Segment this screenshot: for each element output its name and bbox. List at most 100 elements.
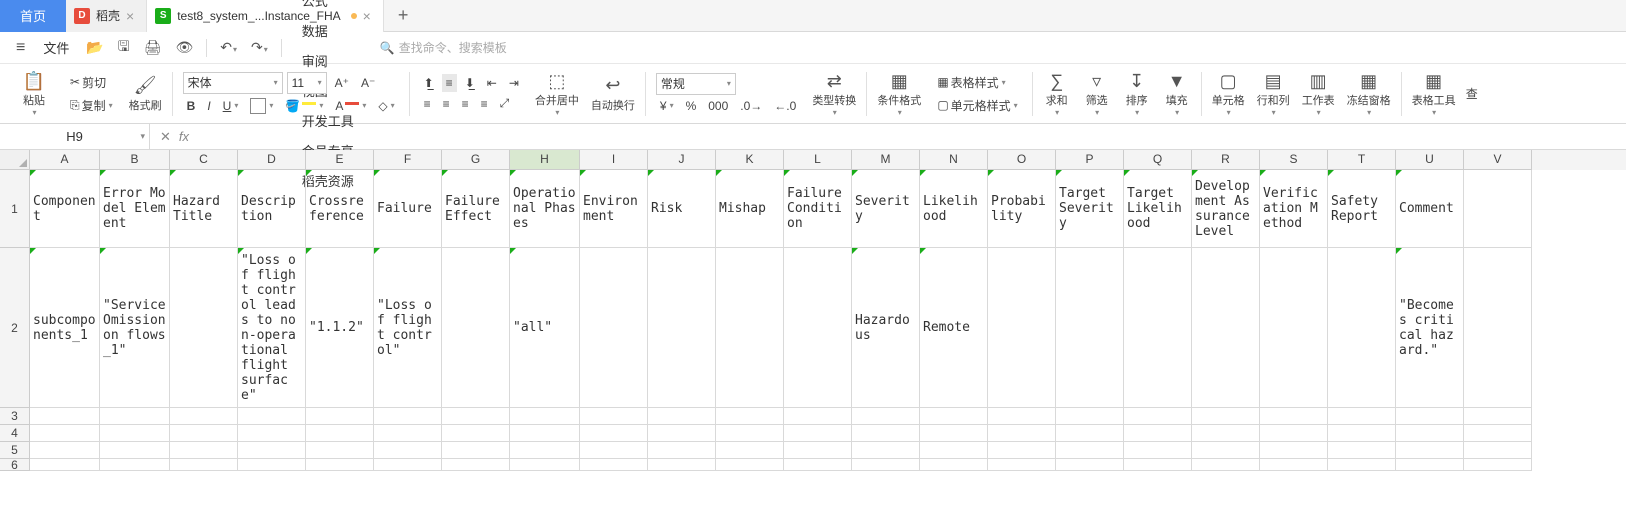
cell[interactable]: [784, 442, 852, 459]
col-header[interactable]: B: [100, 150, 170, 170]
cell[interactable]: [716, 442, 784, 459]
border-button[interactable]: ▾: [246, 96, 277, 116]
decrease-font-icon[interactable]: A⁻: [357, 74, 379, 92]
more-button[interactable]: 查: [1462, 83, 1482, 104]
align-left-icon[interactable]: ≡: [420, 95, 435, 113]
cell[interactable]: [1328, 248, 1396, 408]
cell[interactable]: [170, 248, 238, 408]
cell[interactable]: [716, 408, 784, 425]
cell[interactable]: [988, 425, 1056, 442]
open-icon[interactable]: 📂: [81, 39, 108, 56]
cell[interactable]: "Loss of flight control leads to non-ope…: [238, 248, 306, 408]
merge-center-button[interactable]: ⬚合并居中▾: [529, 70, 585, 117]
print-icon[interactable]: 🖨: [139, 39, 167, 56]
row-header[interactable]: 2: [0, 248, 30, 408]
cell[interactable]: [1260, 248, 1328, 408]
cell[interactable]: [238, 408, 306, 425]
cell[interactable]: [170, 442, 238, 459]
print-preview-icon[interactable]: 👁: [171, 39, 199, 56]
type-convert-button[interactable]: ⇄类型转换▾: [806, 70, 862, 117]
cell[interactable]: [238, 442, 306, 459]
cond-format-button[interactable]: ▦条件格式▾: [871, 70, 927, 117]
col-header[interactable]: D: [238, 150, 306, 170]
cell[interactable]: [920, 442, 988, 459]
cell[interactable]: [100, 442, 170, 459]
redo-icon[interactable]: ↷▾: [246, 39, 273, 56]
cell[interactable]: Remote: [920, 248, 988, 408]
cell[interactable]: Failure Effect: [442, 170, 510, 248]
cell[interactable]: [1396, 442, 1464, 459]
cell[interactable]: [510, 442, 580, 459]
cell[interactable]: [1192, 248, 1260, 408]
cell[interactable]: [580, 425, 648, 442]
paste-button[interactable]: 📋粘贴▾: [14, 70, 54, 117]
cell[interactable]: [580, 248, 648, 408]
cell[interactable]: [580, 442, 648, 459]
col-header[interactable]: A: [30, 150, 100, 170]
cell[interactable]: [238, 425, 306, 442]
decrease-decimal-icon[interactable]: ←.0: [770, 97, 800, 115]
comma-icon[interactable]: 000: [704, 97, 732, 115]
col-header[interactable]: G: [442, 150, 510, 170]
cell[interactable]: [442, 425, 510, 442]
cell[interactable]: [1124, 425, 1192, 442]
align-top-icon[interactable]: ⬆̲: [420, 74, 438, 92]
cell[interactable]: [920, 408, 988, 425]
doc-tab-0[interactable]: D 稻壳 ×: [66, 0, 147, 32]
cell[interactable]: [580, 408, 648, 425]
cell[interactable]: [1464, 459, 1532, 471]
cell[interactable]: [170, 408, 238, 425]
cell[interactable]: [1328, 408, 1396, 425]
cell[interactable]: [1464, 425, 1532, 442]
fill-color-button[interactable]: 🪣▾: [281, 97, 327, 115]
cell[interactable]: [1464, 442, 1532, 459]
ribbon-tab-3[interactable]: 公式: [290, 0, 366, 15]
cell[interactable]: Failure: [374, 170, 442, 248]
cell[interactable]: [1328, 442, 1396, 459]
cell[interactable]: [988, 248, 1056, 408]
justify-icon[interactable]: ≡: [477, 95, 492, 113]
cell[interactable]: [1124, 442, 1192, 459]
cell[interactable]: Environment: [580, 170, 648, 248]
cell[interactable]: [1192, 459, 1260, 471]
col-header[interactable]: P: [1056, 150, 1124, 170]
cell[interactable]: [988, 408, 1056, 425]
cell[interactable]: [784, 459, 852, 471]
cell[interactable]: [1124, 459, 1192, 471]
new-tab-button[interactable]: +: [384, 5, 423, 26]
cell[interactable]: Development Assurance Level: [1192, 170, 1260, 248]
cell[interactable]: [852, 408, 920, 425]
cell[interactable]: [1260, 425, 1328, 442]
cell[interactable]: [580, 459, 648, 471]
cell[interactable]: Component: [30, 170, 100, 248]
cell[interactable]: [1396, 408, 1464, 425]
cell[interactable]: [510, 425, 580, 442]
cell[interactable]: [648, 425, 716, 442]
align-center-icon[interactable]: ≡: [439, 95, 454, 113]
table-tools-button[interactable]: ▦表格工具▾: [1406, 70, 1462, 117]
col-header[interactable]: Q: [1124, 150, 1192, 170]
cell[interactable]: [374, 459, 442, 471]
bold-button[interactable]: B: [183, 97, 200, 115]
cell[interactable]: [1260, 408, 1328, 425]
copy-button[interactable]: ⎘ 复制▾: [66, 95, 117, 116]
row-header[interactable]: 5: [0, 442, 30, 459]
auto-wrap-button[interactable]: ↩自动换行: [585, 75, 641, 113]
cell[interactable]: [920, 459, 988, 471]
cell[interactable]: Description: [238, 170, 306, 248]
cell[interactable]: [1328, 459, 1396, 471]
align-bottom-icon[interactable]: ⬇̲: [461, 74, 479, 92]
rows-cols-button[interactable]: ▤行和列▾: [1251, 70, 1296, 117]
cell[interactable]: [1056, 248, 1124, 408]
cell-button[interactable]: ▢单元格▾: [1206, 70, 1251, 117]
font-color-button[interactable]: A▾: [331, 97, 370, 115]
cancel-icon[interactable]: ✕: [160, 129, 171, 145]
cell[interactable]: [988, 459, 1056, 471]
font-name-select[interactable]: 宋体▾: [183, 72, 283, 94]
cell[interactable]: "Becomes critical hazard.": [1396, 248, 1464, 408]
cell[interactable]: Risk: [648, 170, 716, 248]
format-painter-button[interactable]: 🖌格式刷: [123, 75, 168, 113]
font-size-select[interactable]: 11▾: [287, 72, 327, 94]
cell[interactable]: [1124, 408, 1192, 425]
cell[interactable]: Probability: [988, 170, 1056, 248]
